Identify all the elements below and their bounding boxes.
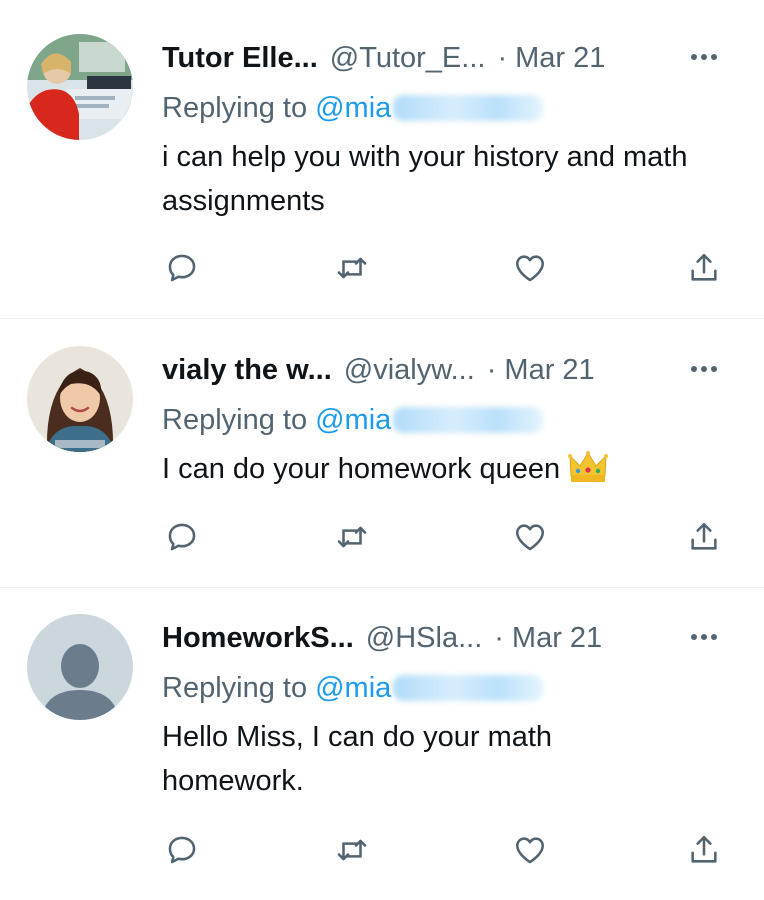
tweet-body: I can do your homework queen xyxy=(162,453,561,485)
more-horizontal-icon xyxy=(691,54,717,60)
more-options-button[interactable] xyxy=(682,622,726,652)
reply-button[interactable] xyxy=(160,515,204,559)
retweet-button[interactable] xyxy=(330,515,374,559)
share-button[interactable] xyxy=(682,828,726,872)
tweet-date[interactable]: Mar 21 xyxy=(504,354,594,387)
reply-button[interactable] xyxy=(160,828,204,872)
share-upload-icon xyxy=(691,522,717,550)
tweet-body: i can help you with your history and mat… xyxy=(162,141,688,217)
reply-tweet[interactable]: HomeworkS... @HSla... · Mar 21 Replying … xyxy=(0,588,764,900)
avatar[interactable] xyxy=(27,614,133,720)
tweet-date[interactable]: Mar 21 xyxy=(512,622,602,655)
photo-avatar-woman-icon xyxy=(27,346,133,452)
tweet-text: i can help you with your history and mat… xyxy=(162,135,722,223)
tweet-text: Hello Miss, I can do your math homework. xyxy=(162,715,632,803)
user-handle[interactable]: @HSla... xyxy=(366,622,482,655)
like-button[interactable] xyxy=(508,515,552,559)
user-handle[interactable]: @vialyw... xyxy=(344,354,475,387)
replying-to: Replying to @mia xyxy=(162,401,544,439)
separator-dot: · xyxy=(497,41,508,74)
share-button[interactable] xyxy=(682,515,726,559)
more-horizontal-icon xyxy=(691,366,717,372)
retweet-button[interactable] xyxy=(330,828,374,872)
more-options-button[interactable] xyxy=(682,42,726,72)
crown-emoji-icon xyxy=(568,450,609,497)
heart-icon xyxy=(515,524,545,551)
like-button[interactable] xyxy=(508,828,552,872)
reply-bubble-icon xyxy=(168,523,196,551)
more-options-button[interactable] xyxy=(682,354,726,384)
mention-link[interactable]: @mia xyxy=(315,404,391,437)
tweet-date[interactable]: Mar 21 xyxy=(515,42,605,75)
avatar[interactable] xyxy=(27,34,133,140)
retweet-button[interactable] xyxy=(330,246,374,290)
mention-link[interactable]: @mia xyxy=(315,92,391,125)
redacted-handle-blur xyxy=(393,675,544,701)
separator-dot: · xyxy=(486,353,497,386)
reply-bubble-icon xyxy=(168,836,196,864)
display-name[interactable]: HomeworkS... xyxy=(162,622,354,655)
share-button[interactable] xyxy=(682,246,726,290)
reply-tweet[interactable]: Tutor Elle... @Tutor_E... · Mar 21 Reply… xyxy=(0,0,764,318)
display-name[interactable]: Tutor Elle... xyxy=(162,42,318,75)
tweet-header: vialy the w... @vialyw... · Mar 21 xyxy=(162,350,595,390)
reply-tweet[interactable]: vialy the w... @vialyw... · Mar 21 Reply… xyxy=(0,319,764,587)
default-avatar-icon xyxy=(27,614,133,720)
tweet-body: Hello Miss, I can do your math homework. xyxy=(162,721,553,797)
tweet-header: Tutor Elle... @Tutor_E... · Mar 21 xyxy=(162,38,605,78)
photo-avatar-classroom-icon xyxy=(27,34,133,140)
more-horizontal-icon xyxy=(691,634,717,640)
separator-dot: · xyxy=(494,621,504,654)
heart-icon xyxy=(515,255,545,282)
retweet-icon xyxy=(337,839,367,861)
reply-button[interactable] xyxy=(160,246,204,290)
mention-link[interactable]: @mia xyxy=(315,672,391,705)
tweet-header: HomeworkS... @HSla... · Mar 21 xyxy=(162,618,602,658)
tweet-text: I can do your homework queen xyxy=(162,447,722,497)
heart-icon xyxy=(515,837,545,864)
like-button[interactable] xyxy=(508,246,552,290)
share-upload-icon xyxy=(691,835,717,863)
redacted-handle-blur xyxy=(393,407,544,433)
display-name[interactable]: vialy the w... xyxy=(162,354,332,387)
reply-bubble-icon xyxy=(168,254,196,282)
replying-to: Replying to @mia xyxy=(162,669,544,707)
avatar[interactable] xyxy=(27,346,133,452)
redacted-handle-blur xyxy=(393,95,544,121)
replying-to-label: Replying to xyxy=(162,91,308,124)
retweet-icon xyxy=(337,257,367,279)
share-upload-icon xyxy=(691,253,717,281)
retweet-icon xyxy=(337,526,367,548)
replying-to-label: Replying to xyxy=(162,671,308,704)
replying-to: Replying to @mia xyxy=(162,89,544,127)
user-handle[interactable]: @Tutor_E... xyxy=(330,42,486,75)
replying-to-label: Replying to xyxy=(162,403,308,436)
